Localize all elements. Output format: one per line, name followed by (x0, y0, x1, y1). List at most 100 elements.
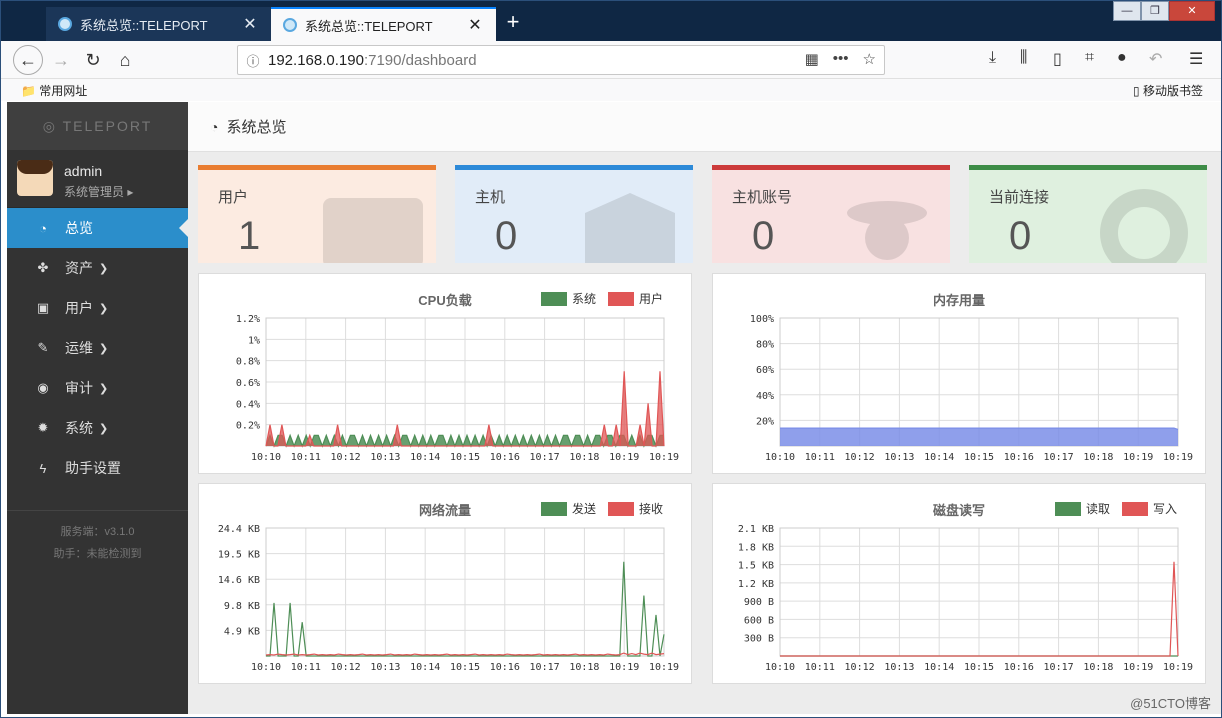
chat-icon[interactable]: ● (1117, 49, 1127, 67)
x-tick-label: 10:17 (1044, 662, 1074, 673)
tab-active[interactable]: 系统总览::TELEPORT ✕ (271, 7, 496, 41)
home-button[interactable]: ⌂ (113, 48, 137, 72)
x-tick-label: 10:16 (1004, 662, 1034, 673)
avatar (17, 160, 53, 196)
x-tick-label: 10:19 (1123, 662, 1153, 673)
sidebar-item-assets[interactable]: ✤ 资产 ❯ (7, 248, 188, 288)
sidebar-item-audit[interactable]: ◉ 审计 ❯ (7, 368, 188, 408)
legend-item[interactable]: 写入 (1122, 500, 1177, 517)
x-tick-label: 10:10 (251, 452, 281, 463)
sidebar-item-label: 资产 (65, 260, 93, 276)
sidebar-item-users[interactable]: ▣ 用户 ❯ (7, 288, 188, 328)
card-value: 0 (1009, 214, 1032, 258)
address-bar[interactable]: ⓘ 192.168.0.190 :7190/dashboard ▦ ••• ☆ (237, 45, 885, 75)
menu-icon[interactable]: ☰ (1189, 49, 1203, 69)
legend-item[interactable]: 用户 (608, 290, 663, 307)
maximize-button[interactable]: ❐ (1141, 1, 1169, 21)
chevron-right-icon: ❯ (99, 302, 109, 315)
memory-chart-panel: 内存用量 100% 80% 60% 40% 20% 10:10 10:11 10:12 10:1… (712, 273, 1206, 474)
sidebar-toggle-icon[interactable]: ▯ (1053, 49, 1062, 69)
bolt-icon: ϟ (39, 460, 47, 476)
x-tick-label: 10:18 (1083, 452, 1113, 463)
x-tick-label: 10:12 (331, 662, 361, 673)
y-tick-label: 900 B (744, 597, 774, 608)
user-panel[interactable]: admin 系统管理员 ▸ (7, 150, 188, 208)
legend-item[interactable]: 发送 (541, 500, 596, 517)
bookmark-folder[interactable]: 📁 常用网址 (21, 82, 87, 99)
y-tick-label: 600 B (744, 615, 774, 626)
sidebar-item-label: 审计 (65, 380, 93, 396)
x-tick-label: 10:18 (569, 452, 599, 463)
new-tab-button[interactable]: + (501, 9, 525, 35)
sidebar-item-label: 总览 (65, 220, 93, 236)
y-tick-label: 19.5 KB (218, 550, 260, 561)
x-tick-label: 10:14 (410, 452, 440, 463)
chart-title: 内存用量 (932, 293, 985, 308)
x-tick-label: 10:19 (1163, 662, 1193, 673)
server-info: 服务端：v3.1.0 助手：未能检测到 (7, 510, 188, 565)
bookmark-star-icon[interactable]: ☆ (863, 50, 876, 68)
x-tick-label: 10:16 (490, 452, 520, 463)
x-tick-label: 10:15 (450, 662, 480, 673)
x-tick-label: 10:19 (1123, 452, 1153, 463)
y-tick-label: 0.4% (236, 399, 260, 410)
y-tick-label: 0.8% (236, 357, 260, 368)
y-tick-label: 1.2% (236, 314, 260, 325)
mobile-bookmarks[interactable]: ▯ 移动版书签 (1133, 82, 1203, 99)
close-tab-icon[interactable]: ✕ (241, 14, 259, 34)
window-controls: — ❐ ✕ (1113, 1, 1215, 21)
page-header: ◔ 系统总览 (188, 102, 1221, 152)
x-tick-label: 10:15 (964, 662, 994, 673)
teleport-favicon-icon (58, 17, 72, 31)
close-tab-icon[interactable]: ✕ (466, 15, 484, 35)
card-value: 0 (495, 214, 518, 258)
screenshot-icon[interactable]: ⌗ (1085, 49, 1094, 67)
legend-item[interactable]: 读取 (1055, 500, 1110, 517)
y-tick-label: 24.4 KB (218, 524, 260, 535)
sidebar-item-ops[interactable]: ✎ 运维 ❯ (7, 328, 188, 368)
sidebar-item-overview[interactable]: ◔ 总览 (7, 208, 188, 248)
back-button[interactable]: ← (13, 45, 43, 75)
info-icon[interactable]: ⓘ (238, 51, 268, 70)
eye-icon: ◉ (37, 380, 49, 395)
y-tick-label: 4.9 KB (224, 626, 260, 637)
assistant-status: 助手：未能检测到 (53, 548, 142, 560)
disk-chart-panel: 磁盘读写 读取 写入 2.1 KB 1.8 KB 1.5 KB 1.2 KB 900 B… (712, 483, 1206, 684)
teleport-logo: ◎ TELEPORT (7, 102, 188, 150)
user-role[interactable]: 系统管理员 ▸ (64, 183, 133, 200)
undo-icon[interactable]: ↶ (1149, 49, 1162, 69)
qr-code-icon[interactable]: ▦ (805, 50, 819, 68)
x-tick-label: 10:19 (609, 452, 639, 463)
legend-item[interactable]: 接收 (608, 500, 663, 517)
reload-button[interactable]: ↻ (81, 48, 105, 72)
legend-label: 写入 (1153, 502, 1178, 516)
cubes-icon (585, 193, 675, 263)
y-tick-label: 1.2 KB (738, 579, 774, 590)
x-tick-label: 10:13 (370, 452, 400, 463)
close-window-button[interactable]: ✕ (1169, 1, 1215, 21)
legend-label: 发送 (572, 502, 597, 516)
sidebar-item-assistant[interactable]: ϟ 助手设置 (7, 448, 188, 488)
card-label: 当前连接 (989, 189, 1050, 206)
library-icon[interactable]: ⫼ (1020, 49, 1027, 67)
y-tick-label: 80% (756, 340, 774, 351)
sidebar-item-label: 系统 (65, 420, 93, 436)
card-value: 1 (238, 214, 261, 258)
minimize-button[interactable]: — (1113, 1, 1141, 21)
x-tick-label: 10:19 (649, 662, 679, 673)
link-icon (1100, 189, 1188, 263)
id-card-icon (323, 198, 423, 263)
sidebar-item-system[interactable]: ✹ 系统 ❯ (7, 408, 188, 448)
y-tick-label: 1% (248, 335, 260, 346)
chevron-right-icon: ❯ (99, 342, 109, 355)
download-icon[interactable]: ⤓ (989, 49, 996, 67)
server-version: 服务端：v3.1.0 (60, 526, 135, 538)
x-tick-label: 10:19 (609, 662, 639, 673)
url-path: :7190/dashboard (363, 51, 477, 69)
logo-text: TELEPORT (62, 118, 153, 134)
tab-inactive[interactable]: 系统总览::TELEPORT ✕ (46, 7, 271, 41)
stat-card-users: 用户 1 (198, 165, 436, 263)
legend-item[interactable]: 系统 (541, 290, 596, 307)
forward-button[interactable]: → (49, 48, 73, 72)
page-actions-icon[interactable]: ••• (833, 50, 849, 68)
